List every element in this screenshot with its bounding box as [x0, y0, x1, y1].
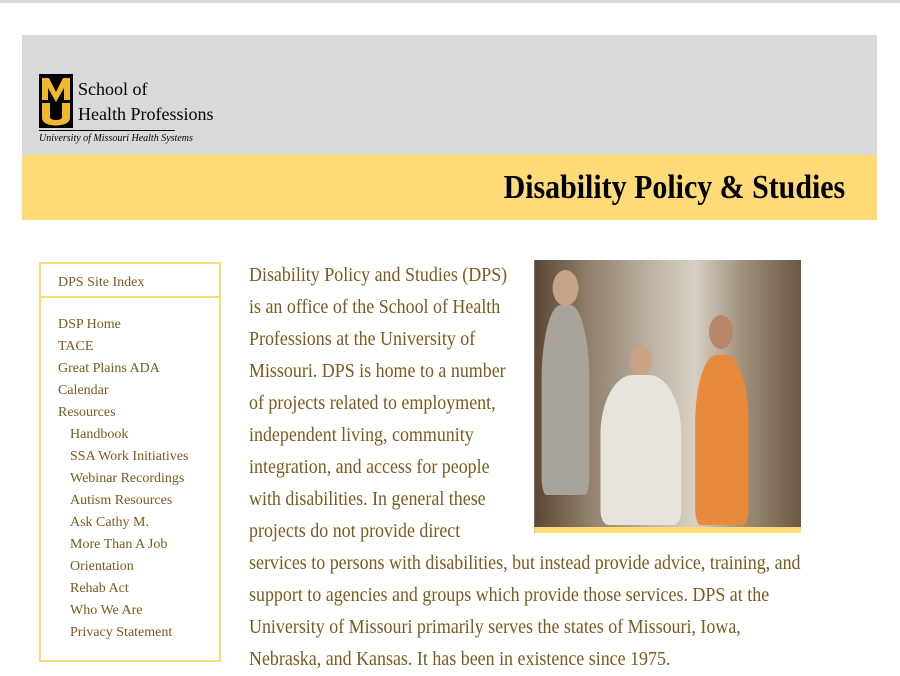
mu-logo[interactable]: [39, 74, 73, 128]
nav-link-autism-resources[interactable]: Autism Resources: [41, 490, 219, 512]
nav-link-calendar[interactable]: Calendar: [41, 380, 219, 402]
nav-link-who-we-are[interactable]: Who We Are: [41, 600, 219, 622]
site-title: Disability Policy & Studies: [503, 169, 845, 206]
school-name-line2: Health Professions: [78, 104, 214, 124]
university-name: University of Missouri Health Systems: [39, 133, 193, 144]
photo-head-right: [709, 315, 733, 349]
group-photo: [534, 260, 801, 533]
site-index-heading[interactable]: DPS Site Index: [41, 264, 219, 298]
nav-link-dsp-home[interactable]: DSP Home: [41, 314, 219, 336]
nav-link-privacy-statement[interactable]: Privacy Statement: [41, 622, 219, 644]
school-name-line1: School of: [78, 79, 148, 99]
nav-link-more-than-a-job[interactable]: More Than A Job: [41, 534, 219, 556]
photo-person-center: [600, 375, 682, 525]
photo-person-left: [541, 305, 590, 495]
nav-link-tace[interactable]: TACE: [41, 336, 219, 358]
photo-person-right: [695, 355, 749, 525]
nav-link-resources[interactable]: Resources: [41, 402, 219, 424]
logo-divider: [39, 130, 175, 131]
nav-link-orientation[interactable]: Orientation: [41, 556, 219, 578]
photo-head-center: [629, 345, 652, 375]
nav-link-webinar-recordings[interactable]: Webinar Recordings: [41, 468, 219, 490]
nav-link-ssa-work-initiatives[interactable]: SSA Work Initiatives: [41, 446, 219, 468]
top-border: [0, 0, 900, 3]
title-banner: Disability Policy & Studies: [22, 155, 877, 220]
nav-link-handbook[interactable]: Handbook: [41, 424, 219, 446]
site-index-nav: DSP Home TACE Great Plains ADA Calendar …: [41, 298, 219, 644]
photo-head-left: [552, 270, 579, 306]
main-content: Disability Policy and Studies (DPS) is a…: [249, 260, 801, 676]
nav-link-rehab-act[interactable]: Rehab Act: [41, 578, 219, 600]
nav-link-ask-cathy[interactable]: Ask Cathy M.: [41, 512, 219, 534]
site-index-sidebar: DPS Site Index DSP Home TACE Great Plain…: [39, 262, 221, 662]
nav-link-great-plains-ada[interactable]: Great Plains ADA: [41, 358, 219, 380]
school-name[interactable]: School of Health Professions: [78, 77, 213, 127]
